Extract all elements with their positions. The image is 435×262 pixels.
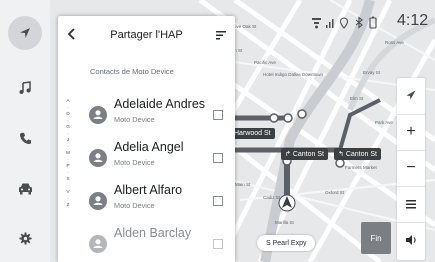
person-icon — [93, 239, 103, 248]
panel-header: Partager l'HAP — [58, 16, 235, 54]
music-button[interactable] — [9, 72, 41, 104]
contact-source: Moto Device — [114, 115, 155, 124]
street-label-harwood: Harwood St — [230, 128, 275, 139]
map-label-ervay: Ervay St — [363, 70, 381, 75]
sort-button[interactable] — [215, 28, 227, 40]
signal-icon — [326, 19, 334, 28]
street-label-canton-1: ↱ Canton St — [281, 148, 328, 160]
turn-right-icon: ↱ — [285, 151, 293, 158]
map-controls: + − — [397, 78, 425, 260]
avatar — [89, 235, 107, 253]
contact-source: Moto Device — [114, 201, 155, 210]
panel-title: Partager l'HAP — [110, 29, 183, 41]
contact-source: Moto Device — [114, 158, 155, 167]
plus-icon: + — [406, 123, 416, 140]
minus-icon: − — [406, 159, 416, 176]
location-icon — [339, 17, 349, 29]
menu-icon — [406, 200, 416, 209]
map-label-marilla: Marilla St — [275, 220, 294, 225]
contact-row[interactable]: Alden Barclay — [84, 223, 234, 262]
map-label-park: Park Ave — [375, 120, 393, 125]
contact-name: Adelaide Andres — [114, 97, 206, 111]
map-label-pacific: Pacific Ave — [254, 60, 276, 65]
contact-row[interactable]: Albert Alfaro Moto Device — [84, 180, 234, 224]
map-label-live-oak: Live Oak St — [233, 24, 257, 29]
contact-checkbox[interactable] — [213, 196, 223, 206]
share-eta-panel: Partager l'HAP Contacts de Moto Device A… — [58, 16, 235, 262]
contact-name: Adelia Angel — [114, 140, 184, 154]
menu-button[interactable] — [397, 186, 425, 221]
navigation-arrow-icon — [20, 28, 30, 38]
alphabet-index-letter[interactable]: Z — [64, 202, 72, 209]
map-label-elm: Elm St — [350, 96, 364, 101]
street-label-canton-2: ↰ Canton St — [334, 148, 381, 160]
map-label-ross: Ross Ave — [385, 40, 404, 45]
connectivity-icon — [312, 18, 321, 29]
person-icon — [93, 110, 103, 119]
avatar — [89, 149, 107, 167]
status-bar — [310, 14, 390, 32]
person-icon — [93, 196, 103, 205]
gear-icon — [18, 231, 32, 245]
contact-row[interactable]: Adelaide Andres Moto Device — [84, 94, 234, 138]
battery-icon — [369, 16, 377, 29]
zoom-out-button[interactable]: − — [397, 150, 425, 185]
navigation-button[interactable] — [8, 16, 42, 50]
end-guidance-button[interactable]: Fin — [361, 222, 391, 254]
car-icon — [18, 183, 32, 194]
section-label: Contacts de Moto Device — [90, 67, 174, 76]
phone-button[interactable] — [9, 122, 41, 154]
sort-icon — [216, 31, 226, 40]
avatar — [89, 192, 107, 210]
map-label-farmers: Farmers Market — [345, 165, 377, 170]
settings-button[interactable] — [9, 222, 41, 254]
turn-left-icon: ↰ — [338, 151, 346, 158]
contact-name: Albert Alfaro — [114, 183, 183, 197]
map-label-cadiz: Cadiz St — [263, 195, 281, 200]
map-label-hotel: Hotel Indigo Dallas Downtown — [263, 72, 324, 77]
contact-checkbox[interactable] — [213, 239, 223, 249]
street-label-canton-2-text: Canton St — [345, 151, 377, 158]
contact-checkbox[interactable] — [213, 110, 223, 120]
contact-row[interactable]: Adelia Angel Moto Device — [84, 137, 234, 181]
zoom-in-button[interactable]: + — [397, 114, 425, 149]
compass-icon — [406, 90, 416, 100]
volume-button[interactable] — [397, 222, 425, 257]
status-icons — [312, 16, 377, 29]
speaker-icon — [406, 235, 416, 245]
person-icon — [93, 153, 103, 162]
contact-name: Alden Barclay — [114, 226, 192, 240]
car-button[interactable] — [9, 172, 41, 204]
alphabet-index[interactable]: A · D · G · J · M · P · S · V · Z — [64, 98, 72, 209]
avatar — [89, 106, 107, 124]
clock: 4:12 — [397, 12, 429, 29]
map-label-oxford: Oxford St — [325, 190, 345, 195]
map-label-main: Main St — [235, 182, 251, 187]
left-rail — [0, 0, 50, 262]
bluetooth-icon — [355, 16, 363, 29]
phone-icon — [19, 132, 31, 144]
music-note-icon — [19, 81, 31, 94]
current-street: S Pearl Expy — [257, 235, 316, 251]
street-label-canton-1-text: Canton St — [292, 151, 324, 158]
contact-checkbox[interactable] — [213, 153, 223, 163]
compass-button[interactable] — [397, 78, 425, 112]
